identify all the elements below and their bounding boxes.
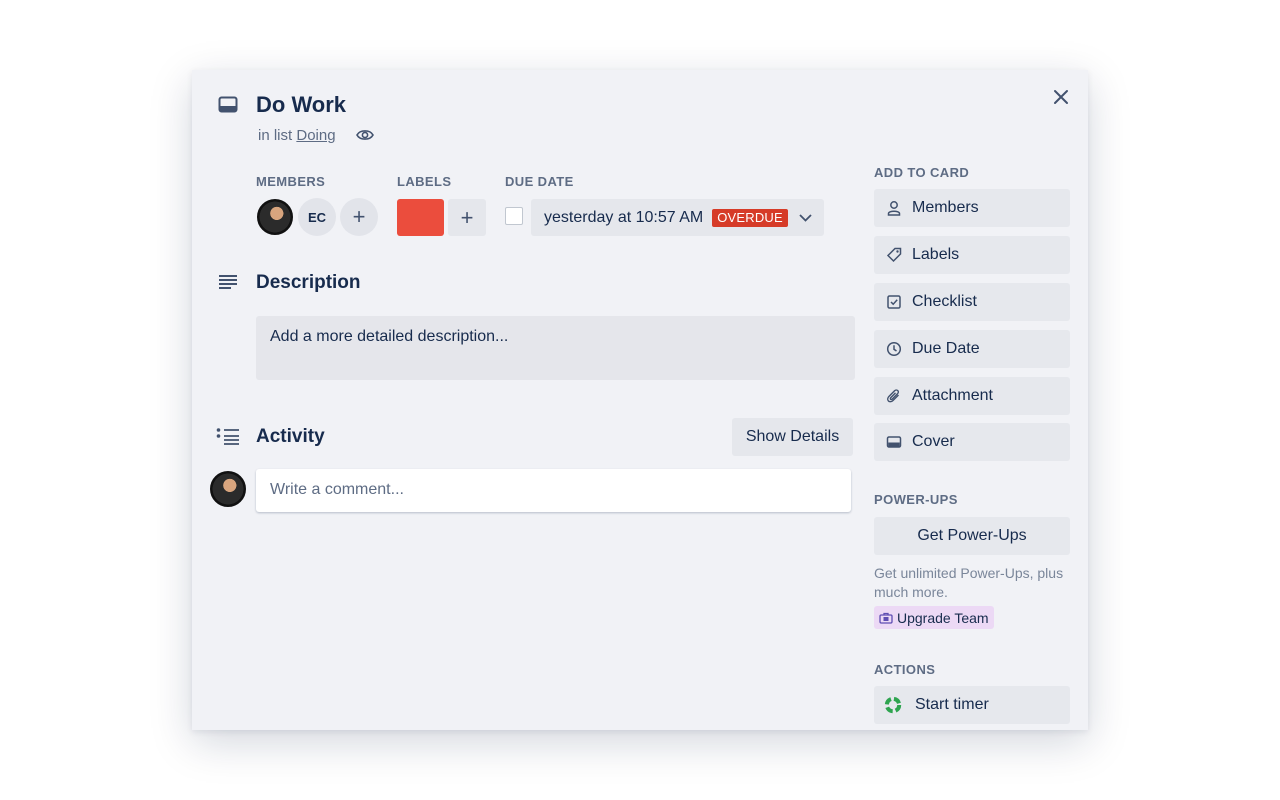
labels-label: LABELS [397, 174, 452, 189]
get-powerups-button[interactable]: Get Power-Ups [874, 517, 1070, 555]
comment-avatar[interactable] [209, 470, 247, 508]
close-icon[interactable] [1052, 88, 1070, 106]
sidebar-item-label: Members [912, 199, 979, 216]
label-chip-red[interactable] [397, 199, 444, 236]
actions-label: ACTIONS [874, 662, 936, 677]
add-members-button[interactable]: Members [874, 189, 1070, 227]
add-member-button[interactable]: + [340, 198, 378, 236]
list-link[interactable]: Doing [296, 127, 335, 144]
powerups-label: POWER-UPS [874, 492, 958, 507]
comment-input[interactable]: Write a comment... [256, 469, 851, 512]
tag-icon [886, 247, 902, 263]
overdue-badge: OVERDUE [712, 208, 788, 227]
card-title[interactable]: Do Work [256, 92, 346, 118]
add-label-button[interactable]: + [448, 199, 486, 236]
timer-icon [883, 695, 903, 715]
avatar[interactable] [256, 198, 294, 236]
sidebar-item-label: Checklist [912, 293, 977, 310]
upgrade-team-label: Upgrade Team [897, 609, 989, 626]
start-timer-button[interactable]: Start timer [874, 686, 1070, 724]
clock-icon [886, 341, 902, 357]
due-date-checkbox[interactable] [505, 207, 523, 225]
due-date-label: DUE DATE [505, 174, 574, 189]
add-labels-button[interactable]: Labels [874, 236, 1070, 274]
activity-heading: Activity [256, 426, 325, 447]
description-icon [218, 274, 238, 290]
show-details-button[interactable]: Show Details [732, 418, 853, 456]
card-modal: Do Work in list Doing MEMBERS EC + LABEL… [192, 70, 1088, 730]
paperclip-icon [886, 388, 902, 404]
add-due-date-button[interactable]: Due Date [874, 330, 1070, 368]
card-list-info: in list Doing [258, 127, 336, 144]
briefcase-icon [879, 612, 893, 624]
sidebar-item-label: Attachment [912, 387, 993, 404]
members-label: MEMBERS [256, 174, 326, 189]
due-date-value: yesterday at 10:57 AM [544, 208, 704, 226]
due-date-button[interactable]: yesterday at 10:57 AM OVERDUE [531, 199, 824, 236]
chevron-down-icon [799, 213, 812, 222]
card-icon [218, 96, 238, 114]
activity-icon [216, 427, 240, 445]
sidebar-item-label: Labels [912, 246, 960, 263]
sidebar-item-label: Due Date [912, 340, 980, 357]
checklist-icon [886, 294, 902, 310]
description-input[interactable]: Add a more detailed description... [256, 316, 855, 380]
add-attachment-button[interactable]: Attachment [874, 377, 1070, 415]
powerups-text: Get unlimited Power-Ups, plus much more. [874, 565, 1064, 600]
list-prefix: in list [258, 127, 293, 144]
description-heading: Description [256, 272, 361, 293]
add-cover-button[interactable]: Cover [874, 423, 1070, 461]
add-to-card-label: ADD TO CARD [874, 165, 970, 180]
cover-icon [886, 434, 902, 450]
eye-icon[interactable] [356, 128, 374, 142]
sidebar-item-label: Cover [912, 433, 955, 450]
person-icon [886, 200, 902, 216]
member-initials[interactable]: EC [298, 198, 336, 236]
upgrade-team-button[interactable]: Upgrade Team [874, 606, 994, 629]
add-checklist-button[interactable]: Checklist [874, 283, 1070, 321]
start-timer-label: Start timer [915, 696, 989, 713]
